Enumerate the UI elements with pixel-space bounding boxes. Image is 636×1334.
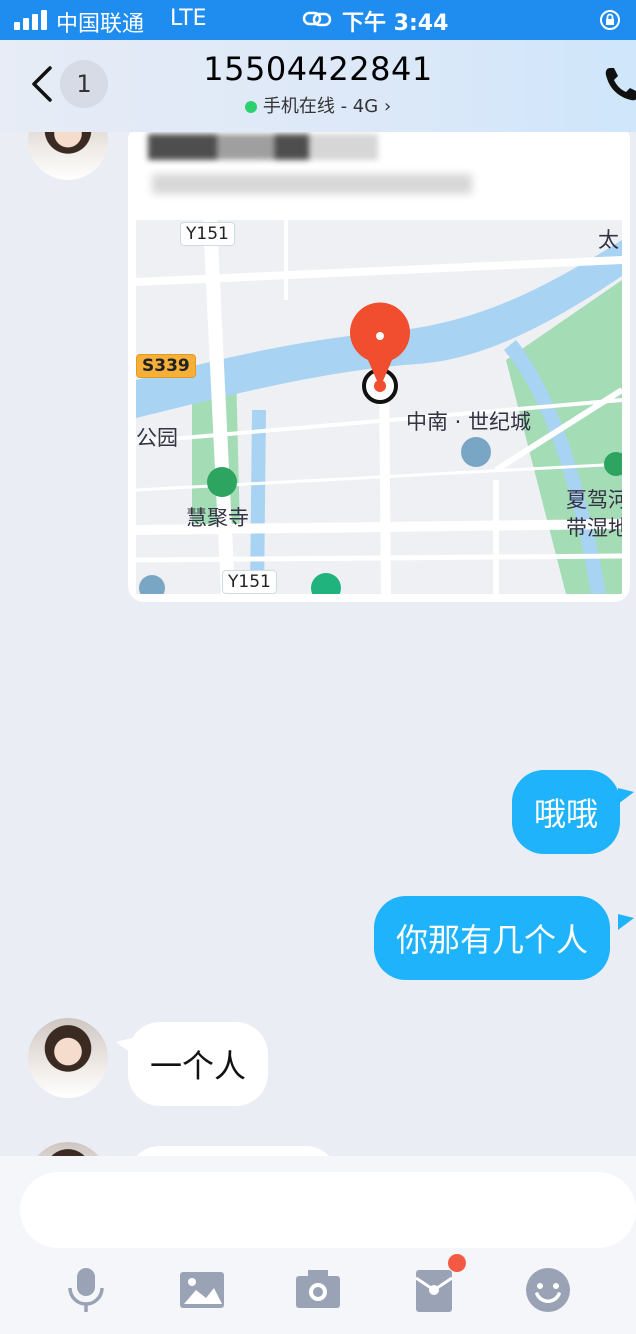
- red-packet-icon[interactable]: [408, 1264, 460, 1316]
- message-input[interactable]: [20, 1172, 636, 1248]
- map-label-temple: 慧聚寺: [186, 506, 249, 530]
- image-icon[interactable]: [176, 1264, 228, 1316]
- chat-message-list[interactable]: Y151 S339 Y151 公园 慧聚寺 中南 · 世纪城 夏驾河 带湿地 太…: [0, 132, 636, 1156]
- message-bubble-incoming[interactable]: [128, 1146, 338, 1156]
- online-status[interactable]: 手机在线 - 4G ›: [0, 92, 636, 118]
- network-type: LTE: [170, 6, 207, 31]
- redacted-location-name: [148, 134, 378, 160]
- phone-call-icon[interactable]: [602, 64, 636, 104]
- road-tag-y151-bottom: Y151: [222, 570, 277, 594]
- bubble-tail: [618, 788, 634, 804]
- location-title-block: [128, 132, 630, 216]
- status-bar: 中国联通 LTE 下午 3:44: [0, 0, 636, 40]
- carrier-name: 中国联通: [56, 12, 145, 37]
- location-map[interactable]: Y151 S339 Y151 公园 慧聚寺 中南 · 世纪城 夏驾河 带湿地 太: [136, 220, 622, 594]
- message-bubble-incoming[interactable]: 一个人: [128, 1022, 269, 1106]
- online-dot-icon: [244, 101, 257, 113]
- map-label-wetland-2: 带湿地: [566, 516, 622, 540]
- avatar[interactable]: [28, 1018, 108, 1098]
- bubble-tail: [618, 914, 634, 930]
- online-status-text: 手机在线 - 4G: [262, 96, 379, 117]
- map-label-park: 公园: [136, 426, 178, 450]
- avatar[interactable]: [28, 132, 108, 180]
- map-label-top-right: 太: [598, 228, 619, 252]
- message-bubble-outgoing[interactable]: 哦哦: [512, 770, 621, 854]
- road-tag-y151-top: Y151: [180, 222, 235, 246]
- road-tag-s339: S339: [136, 354, 196, 378]
- location-message-card[interactable]: Y151 S339 Y151 公园 慧聚寺 中南 · 世纪城 夏驾河 带湿地 太: [128, 132, 630, 602]
- emoji-icon[interactable]: [522, 1264, 574, 1316]
- signal-strength-icon: [14, 10, 47, 30]
- chevron-right-icon: ›: [383, 96, 392, 117]
- link-icon: [302, 11, 332, 27]
- map-label-poi-main: 中南 · 世纪城: [406, 410, 532, 434]
- map-graphic: [136, 220, 622, 594]
- map-label-wetland-1: 夏驾河: [566, 488, 622, 512]
- clock: 下午 3:44: [342, 11, 449, 36]
- redacted-location-address: [152, 174, 472, 194]
- rotation-lock-icon: [600, 10, 620, 30]
- page-title: 15504422841: [203, 50, 433, 88]
- camera-icon[interactable]: [292, 1264, 344, 1316]
- chat-header: 1 15504422841 手机在线 - 4G ›: [0, 40, 636, 132]
- notification-dot: [448, 1254, 466, 1272]
- mic-icon[interactable]: [60, 1264, 112, 1316]
- avatar[interactable]: [28, 1142, 108, 1156]
- message-bubble-outgoing[interactable]: 你那有几个人: [374, 896, 611, 980]
- input-bar: [0, 1156, 636, 1334]
